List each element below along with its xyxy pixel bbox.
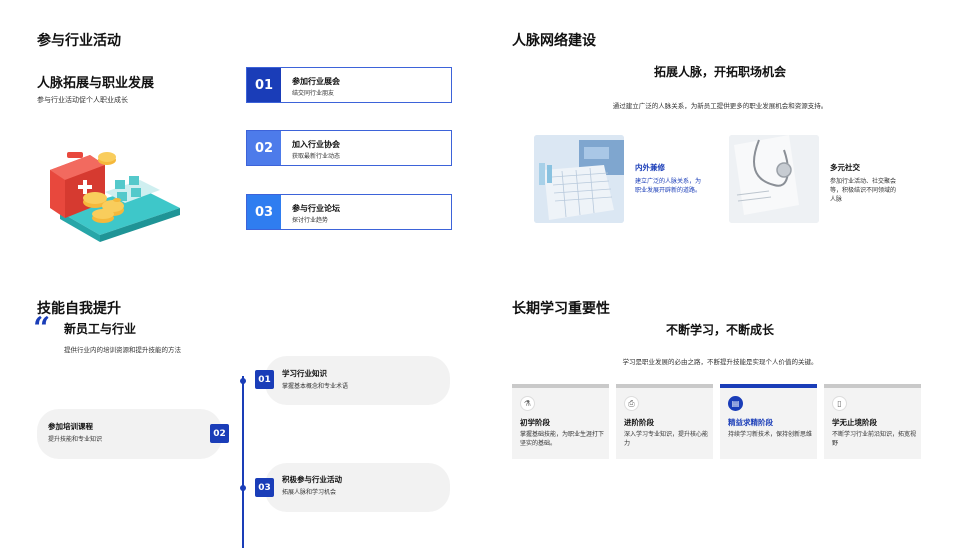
section-subtitle: 人脉拓展与职业发展 [37,76,155,91]
section-description: 提供行业内的培训资源和提升技能的方法 [64,346,181,354]
headline: 拓展人脉，开拓职场机会 [653,65,786,79]
headline: 不断学习，不断成长 [665,323,774,337]
printer-icon: ⎙ [624,396,639,411]
stage-description: 不断学习行业前沿知识，拓宽视野 [832,431,917,447]
timeline-item-subtitle: 提升技能和专业知识 [48,436,103,443]
flask-icon: ⚗ [520,396,535,411]
stage-title: 进阶阶段 [624,418,654,427]
stage-title: 精益求精阶段 [728,418,773,427]
stethoscope-image [729,135,819,223]
slide-industry-activities: 参与行业活动 人脉拓展与职业发展 参与行业活动促个人职业成长 01 参加行业展会… [0,0,480,274]
headline-description: 学习是职业发展的必由之路，不断提升技能是实现个人价值的关键。 [622,358,818,366]
step-title: 加入行业协会 [292,140,340,149]
card-description: 建立广泛的人脉关系，为职业发展开辟新的道路。 [635,178,702,194]
document-icon: ▯ [832,396,847,411]
headline-description: 通过建立广泛的人脉关系，为新员工提供更多的职业发展机会和资源支持。 [612,102,828,110]
step-number: 02 [247,131,281,165]
lab-image [534,135,624,223]
section-subtitle: 新员工与行业 [64,322,137,336]
step-title: 参与行业论坛 [292,204,340,213]
stage-card-advanced[interactable]: ⎙ 进阶阶段 深入学习专业知识，提升核心能力 [616,384,713,459]
timeline-item-title: 积极参与行业活动 [282,475,342,484]
timeline-dot [240,378,246,384]
slide-lifelong-learning: 长期学习重要性 不断学习，不断成长 学习是职业发展的必由之路，不断提升技能是实现… [480,274,960,548]
lab-equipment-icon [534,135,624,223]
slide-title: 人脉网络建设 [512,33,596,49]
step-subtitle: 探讨行业趋势 [292,217,329,224]
stage-title: 初学阶段 [520,418,550,427]
stethoscope-icon [729,135,819,223]
stage-top-bar [824,384,921,388]
timeline-item-title: 参加培训课程 [48,422,93,431]
step-subtitle: 结交同行业朋友 [292,90,335,97]
timeline-item-title: 学习行业知识 [282,369,327,378]
medical-finance-illustration [50,152,180,242]
timeline-badge: 01 [255,370,274,389]
step-card-forum[interactable]: 03 参与行业论坛 探讨行业趋势 [246,194,452,230]
step-subtitle: 获取最新行业动态 [292,153,341,160]
timeline-item-subtitle: 拓展人脉和学习机会 [282,489,337,496]
chat-icon: ▤ [728,396,743,411]
quote-icon: “ [33,311,51,346]
step-title: 参加行业展会 [292,77,340,86]
step-card-exhibition[interactable]: 01 参加行业展会 结交同行业朋友 [246,67,452,103]
timeline-line [242,376,244,548]
slide-skill-improvement: 技能自我提升 “ 新员工与行业 提供行业内的培训资源和提升技能的方法 01 学习… [0,274,480,548]
stage-top-bar [720,384,817,388]
timeline-badge: 03 [255,478,274,497]
slide-title: 参与行业活动 [37,33,121,49]
stage-top-bar [616,384,713,388]
step-number: 03 [247,195,281,229]
stage-card-endless[interactable]: ▯ 学无止境阶段 不断学习行业前沿知识，拓宽视野 [824,384,921,459]
step-number: 01 [247,68,281,102]
card-description: 参加行业活动、社交聚会等，积极结识不同领域的人脉 [830,178,897,203]
stage-description: 掌握基础技能，为职业生涯打下坚实的基础。 [520,431,605,447]
timeline-dot [240,485,246,491]
timeline-badge: 02 [210,424,229,443]
stage-card-refinement[interactable]: ▤ 精益求精阶段 持续学习新技术，保持创新思维 [720,384,817,459]
timeline-item-subtitle: 掌握基本概念和专业术语 [282,383,349,390]
stage-description: 持续学习新技术，保持创新思维 [728,431,813,438]
section-description: 参与行业活动促个人职业成长 [37,96,128,104]
card-title: 多元社交 [830,163,860,172]
slide-title: 长期学习重要性 [512,301,610,317]
stage-title: 学无止境阶段 [832,418,877,427]
card-title: 内外兼修 [635,163,665,172]
step-card-association[interactable]: 02 加入行业协会 获取最新行业动态 [246,130,452,166]
stage-card-beginner[interactable]: ⚗ 初学阶段 掌握基础技能，为职业生涯打下坚实的基础。 [512,384,609,459]
stage-top-bar [512,384,609,388]
slide-network-building: 人脉网络建设 拓展人脉，开拓职场机会 通过建立广泛的人脉关系，为新员工提供更多的… [480,0,960,274]
stage-description: 深入学习专业知识，提升核心能力 [624,431,709,447]
